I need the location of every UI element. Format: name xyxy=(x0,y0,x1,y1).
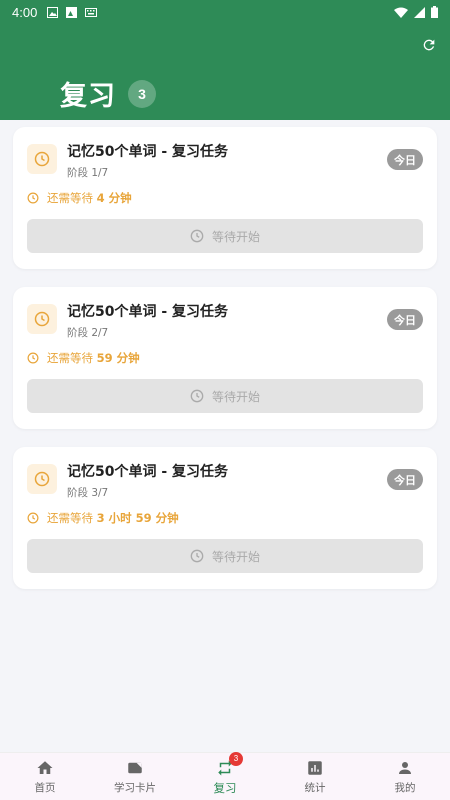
review-task-list: 记忆50个单词 - 复习任务 阶段 1/7 今日 还需等待 4 分钟 等待开始 … xyxy=(13,127,437,607)
wait-start-button[interactable]: 等待开始 xyxy=(27,539,423,573)
clock-icon xyxy=(27,144,57,174)
header: 复习 3 xyxy=(0,24,450,120)
refresh-button[interactable] xyxy=(418,34,440,56)
wait-prefix: 还需等待 xyxy=(47,511,97,525)
task-stage: 阶段 3/7 xyxy=(67,487,109,499)
wait-time: 3 小时 59 分钟 xyxy=(96,511,179,525)
bottom-nav: 首页 学习卡片 3 复习 统计 我的 xyxy=(0,751,450,800)
wait-start-button[interactable]: 等待开始 xyxy=(27,219,423,253)
nav-label: 首页 xyxy=(34,782,56,794)
timer-icon xyxy=(27,352,39,364)
nav-label: 我的 xyxy=(394,782,416,794)
status-bar: 4:00 xyxy=(0,0,450,24)
nav-item-cards[interactable]: 学习卡片 xyxy=(90,753,180,800)
clock-icon xyxy=(27,304,57,334)
task-title: 记忆50个单词 - 复习任务 xyxy=(67,304,229,320)
wait-info: 还需等待 3 小时 59 分钟 xyxy=(27,510,179,526)
keyboard-icon xyxy=(85,7,98,17)
home-icon xyxy=(36,758,54,778)
cards-icon xyxy=(126,758,144,778)
timer-icon xyxy=(27,192,39,204)
clock-icon xyxy=(27,464,57,494)
signal-icon xyxy=(414,6,425,18)
nav-label: 复习 xyxy=(213,780,237,795)
wait-info: 还需等待 59 分钟 xyxy=(27,350,140,366)
day-badge: 今日 xyxy=(387,309,423,330)
wait-time: 59 分钟 xyxy=(96,351,140,365)
wait-prefix: 还需等待 xyxy=(47,351,97,365)
day-badge: 今日 xyxy=(387,149,423,170)
review-count-badge: 3 xyxy=(128,79,156,108)
photo-icon xyxy=(66,6,78,18)
review-nav-badge: 3 xyxy=(229,751,243,766)
day-badge: 今日 xyxy=(387,469,423,490)
status-time: 4:00 xyxy=(12,4,38,20)
wait-start-label: 等待开始 xyxy=(211,549,260,564)
wait-start-label: 等待开始 xyxy=(211,389,260,404)
nav-label: 统计 xyxy=(304,782,326,794)
nav-item-profile[interactable]: 我的 xyxy=(360,753,450,800)
nav-item-review[interactable]: 3 复习 xyxy=(180,751,270,800)
nav-label: 学习卡片 xyxy=(114,782,156,794)
task-stage: 阶段 1/7 xyxy=(67,167,109,179)
wait-start-label: 等待开始 xyxy=(211,229,260,244)
clock-icon xyxy=(190,549,204,563)
page-title: 复习 xyxy=(60,81,116,112)
clock-icon xyxy=(190,229,204,243)
wait-prefix: 还需等待 xyxy=(47,191,97,205)
nav-item-home[interactable]: 首页 xyxy=(0,753,90,800)
review-task-card[interactable]: 记忆50个单词 - 复习任务 阶段 2/7 今日 还需等待 59 分钟 等待开始 xyxy=(13,287,437,429)
wait-start-button[interactable]: 等待开始 xyxy=(27,379,423,413)
nav-item-stats[interactable]: 统计 xyxy=(270,753,360,800)
task-title: 记忆50个单词 - 复习任务 xyxy=(67,144,229,160)
review-icon: 3 xyxy=(216,751,243,778)
refresh-icon xyxy=(423,39,435,51)
battery-icon xyxy=(431,6,438,18)
image-icon xyxy=(47,6,59,18)
task-title: 记忆50个单词 - 复习任务 xyxy=(67,464,229,480)
review-task-card[interactable]: 记忆50个单词 - 复习任务 阶段 3/7 今日 还需等待 3 小时 59 分钟… xyxy=(13,447,437,589)
review-task-card[interactable]: 记忆50个单词 - 复习任务 阶段 1/7 今日 还需等待 4 分钟 等待开始 xyxy=(13,127,437,269)
wait-info: 还需等待 4 分钟 xyxy=(27,190,132,206)
profile-icon xyxy=(396,758,414,778)
stats-icon xyxy=(306,758,324,778)
task-stage: 阶段 2/7 xyxy=(67,327,109,339)
wait-time: 4 分钟 xyxy=(96,191,132,205)
wifi-icon xyxy=(394,7,408,18)
clock-icon xyxy=(190,389,204,403)
timer-icon xyxy=(27,512,39,524)
